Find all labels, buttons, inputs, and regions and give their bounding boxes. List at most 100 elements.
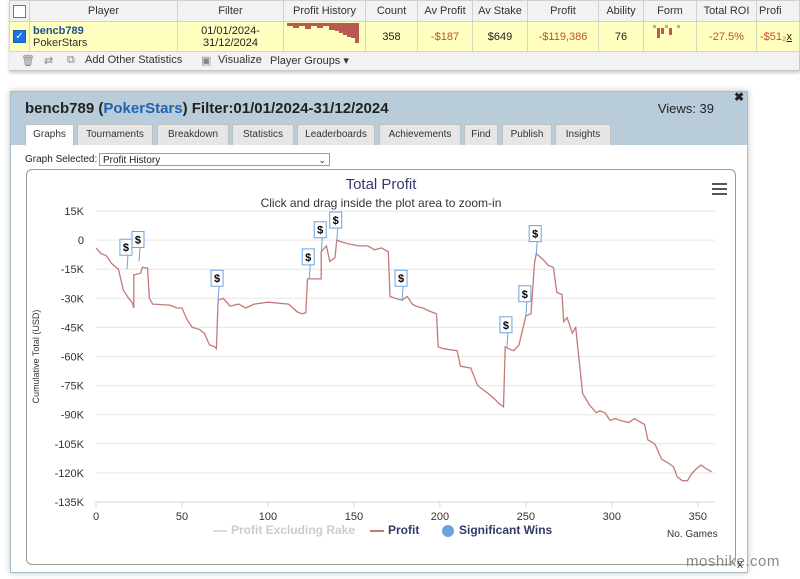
profi-cell: -$51₂ x [756, 21, 800, 52]
table-row[interactable]: ✓ bencb789 PokerStars 01/01/2024- 31/12/… [9, 21, 800, 52]
y-tick-label: -120K [55, 468, 85, 480]
x-tick-label: 50 [176, 511, 188, 523]
significant-win-stem [126, 255, 129, 270]
y-tick-label: -60K [61, 352, 85, 364]
modal-title: bencb789 (PokerStars) Filter:01/01/2024-… [25, 100, 389, 117]
av-profit-cell: -$187 [417, 21, 473, 52]
total-roi-cell: -27.5% [696, 21, 757, 52]
y-tick-label: -30K [61, 293, 85, 305]
tab-find[interactable]: Find [464, 124, 498, 145]
watermark: moshike.com [686, 553, 780, 570]
player-cell[interactable]: bencb789 PokerStars [29, 21, 178, 52]
x-tick-label: 350 [689, 511, 707, 523]
player-groups-dropdown[interactable]: Player Groups ▾ [270, 54, 349, 67]
header-select-all[interactable] [9, 0, 30, 22]
close-icon[interactable]: ✖ [734, 90, 744, 104]
link-icon[interactable]: ⇄ [44, 54, 53, 67]
stats-panel: Player Filter Profit History Count Av Pr… [9, 0, 800, 71]
tab-achievements[interactable]: Achievements [379, 124, 461, 145]
stats-toolbar: 🗑 ⇄ ⧉ Add Other Statistics ▣ Visualize P… [9, 50, 799, 70]
significant-win-label: $ [123, 242, 129, 254]
significant-win-stem [506, 332, 509, 347]
significant-win-label: $ [317, 225, 323, 237]
x-tick-label: 0 [93, 511, 99, 523]
header-profit-history[interactable]: Profit History [283, 0, 366, 22]
add-other-statistics-button[interactable]: Add Other Statistics [85, 54, 182, 66]
background-close-icon[interactable]: x [737, 557, 743, 571]
y-axis-title: Cumulative Total (USD) [31, 310, 41, 404]
graph-select-value: Profit History [103, 155, 161, 166]
modal-player-name: bencb789 [25, 100, 95, 117]
x-tick-label: 150 [345, 511, 363, 523]
header-total-roi[interactable]: Total ROI [696, 0, 757, 22]
header-av-profit[interactable]: Av Profit [417, 0, 473, 22]
tab-graphs[interactable]: Graphs [25, 124, 74, 146]
tab-tournaments[interactable]: Tournaments [77, 124, 153, 145]
header-av-stake[interactable]: Av Stake [472, 0, 528, 22]
significant-win-label: $ [333, 215, 339, 227]
profit-history-sparkline-svg [286, 23, 359, 43]
y-tick-label: 0 [78, 235, 84, 247]
tab-insights[interactable]: Insights [555, 124, 611, 145]
tab-leaderboards[interactable]: Leaderboards [297, 124, 375, 145]
x-tick-label: 200 [431, 511, 449, 523]
profit-cell: -$119,386 [527, 21, 599, 52]
header-filter[interactable]: Filter [177, 0, 284, 22]
player-site: PokerStars [33, 36, 88, 49]
select-all-checkbox[interactable] [13, 4, 26, 18]
significant-win-label: $ [398, 273, 404, 285]
form-cell [643, 21, 697, 52]
x-tick-label: 100 [259, 511, 277, 523]
av-stake-cell: $649 [472, 21, 528, 52]
significant-win-label: $ [503, 320, 509, 332]
filter-start: 01/01/2024- [201, 24, 260, 37]
views-count: Views: 39 [657, 101, 714, 116]
legend-line-profit [370, 529, 384, 532]
y-tick-label: -45K [61, 322, 85, 334]
header-form[interactable]: Form [643, 0, 697, 22]
tab-statistics[interactable]: Statistics [232, 124, 294, 145]
header-count[interactable]: Count [365, 0, 418, 22]
x-axis-title: No. Games [667, 529, 718, 540]
graph-selected-label: Graph Selected: [25, 154, 98, 165]
player-modal: bencb789 (PokerStars) Filter:01/01/2024-… [10, 90, 748, 573]
significant-win-stem [308, 264, 311, 279]
y-tick-label: -15K [61, 264, 85, 276]
ability-cell: 76 [598, 21, 644, 52]
legend-profit[interactable]: Profit [370, 523, 419, 537]
legend-label-wins: Significant Wins [459, 523, 553, 537]
x-tick-label: 250 [517, 511, 535, 523]
filter-end: 31/12/2024 [202, 36, 259, 49]
header-player[interactable]: Player [29, 0, 178, 22]
significant-win-label: $ [522, 289, 528, 301]
header-profit[interactable]: Profit [527, 0, 599, 22]
visualize-button[interactable]: Visualize [218, 54, 262, 66]
modal-header: bencb789 (PokerStars) Filter:01/01/2024-… [11, 90, 747, 146]
profit-chart-svg[interactable]: 15K 0 -15K -30K -45K -60K -75K -90K -105K -120K -1… [27, 170, 735, 564]
legend-significant-wins[interactable]: Significant Wins [442, 523, 552, 537]
significant-win-label: $ [214, 273, 220, 285]
filter-cell: 01/01/2024- 31/12/2024 [177, 21, 284, 52]
modal-filter: Filter:01/01/2024-31/12/2024 [191, 100, 389, 117]
y-tick-label: 15K [64, 206, 84, 218]
legend-profit-excluding-rake[interactable]: Profit Excluding Rake [213, 523, 355, 537]
graph-select[interactable]: Profit History ⌄ [99, 153, 330, 166]
tab-breakdown[interactable]: Breakdown [157, 124, 229, 145]
trash-icon[interactable]: 🗑 [21, 54, 35, 67]
chart-container[interactable]: Total Profit Click and drag inside the p… [26, 169, 736, 565]
remove-row-button[interactable]: x [787, 31, 793, 43]
y-tick-label: -90K [61, 410, 85, 422]
significant-win-label: $ [305, 252, 311, 264]
row-checkbox-cell[interactable]: ✓ [9, 21, 30, 52]
legend-label-excl-rake: Profit Excluding Rake [231, 523, 356, 537]
tab-publish[interactable]: Publish [502, 124, 552, 145]
player-name[interactable]: bencb789 [33, 25, 174, 37]
visualize-icon[interactable]: ▣ [201, 54, 211, 67]
header-profi[interactable]: Profi [756, 0, 800, 22]
header-ability[interactable]: Ability [598, 0, 644, 22]
modal-site-link[interactable]: PokerStars [103, 100, 182, 117]
stats-header-row: Player Filter Profit History Count Av Pr… [9, 0, 800, 22]
add-stats-icon[interactable]: ⧉ [67, 54, 75, 67]
count-cell: 358 [365, 21, 418, 52]
row-checkbox[interactable]: ✓ [13, 30, 26, 43]
